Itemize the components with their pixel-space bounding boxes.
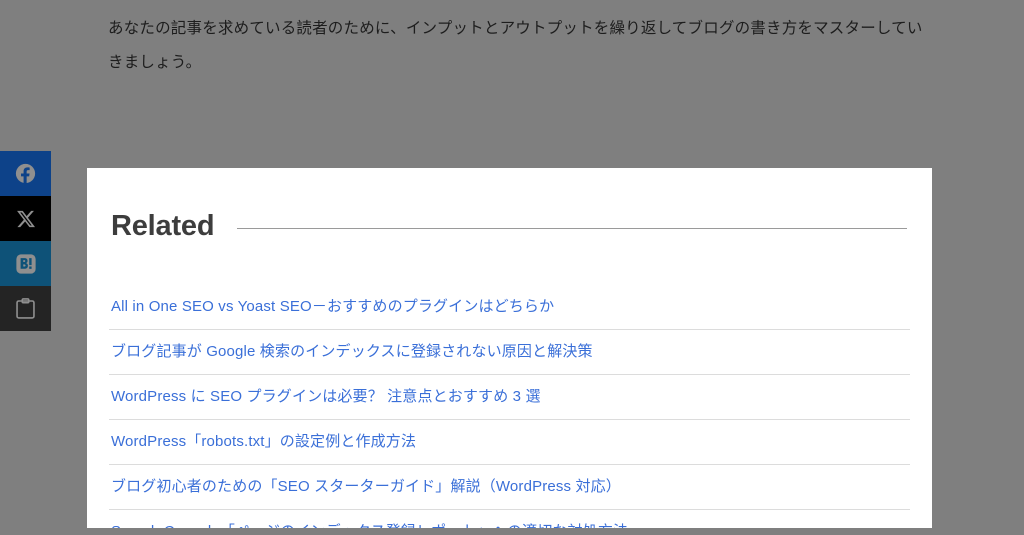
list-item: All in One SEO vs Yoast SEO－おすすめのプラグインはど… [109, 285, 910, 331]
social-share-rail [0, 151, 51, 331]
related-link[interactable]: ブログ初心者のための「SEO スターターガイド」解説（WordPress 対応） [111, 465, 908, 509]
share-button-x[interactable] [0, 196, 51, 241]
related-link[interactable]: ブログ記事が Google 検索のインデックスに登録されない原因と解決策 [111, 330, 908, 374]
related-title-rule [237, 228, 907, 230]
hatena-bookmark-icon [15, 253, 37, 275]
related-header: Related [109, 168, 910, 265]
related-link[interactable]: All in One SEO vs Yoast SEO－おすすめのプラグインはど… [111, 285, 908, 329]
list-item: WordPress「robots.txt」の設定例と作成方法 [109, 420, 910, 466]
clipboard-copy-icon [16, 298, 35, 319]
related-link[interactable]: WordPress に SEO プラグインは必要？ 注意点とおすすめ 3 選 [111, 375, 908, 419]
page-root: あなたの記事を求めている読者のために、インプットとアウトプットを繰り返してブログ… [0, 0, 1024, 535]
x-twitter-icon [16, 209, 36, 229]
article-body: あなたの記事を求めている読者のために、インプットとアウトプットを繰り返してブログ… [108, 12, 928, 80]
related-link[interactable]: WordPress「robots.txt」の設定例と作成方法 [111, 420, 908, 464]
facebook-icon [15, 163, 36, 184]
list-item: ブログ記事が Google 検索のインデックスに登録されない原因と解決策 [109, 330, 910, 376]
related-links-list: All in One SEO vs Yoast SEO－おすすめのプラグインはど… [109, 285, 910, 528]
list-item: WordPress に SEO プラグインは必要？ 注意点とおすすめ 3 選 [109, 375, 910, 421]
related-title: Related [111, 210, 215, 243]
related-link[interactable]: Search Console「ページのインデックス登録レポート」への適切な対処方… [111, 510, 908, 528]
list-item: Search Console「ページのインデックス登録レポート」への適切な対処方… [109, 510, 910, 528]
share-button-copy-link[interactable] [0, 286, 51, 331]
share-button-facebook[interactable] [0, 151, 51, 196]
article-paragraph: あなたの記事を求めている読者のために、インプットとアウトプットを繰り返してブログ… [108, 20, 923, 71]
related-posts-card: Related All in One SEO vs Yoast SEO－おすすめ… [87, 168, 932, 528]
share-button-hatena[interactable] [0, 241, 51, 286]
list-item: ブログ初心者のための「SEO スターターガイド」解説（WordPress 対応） [109, 465, 910, 511]
